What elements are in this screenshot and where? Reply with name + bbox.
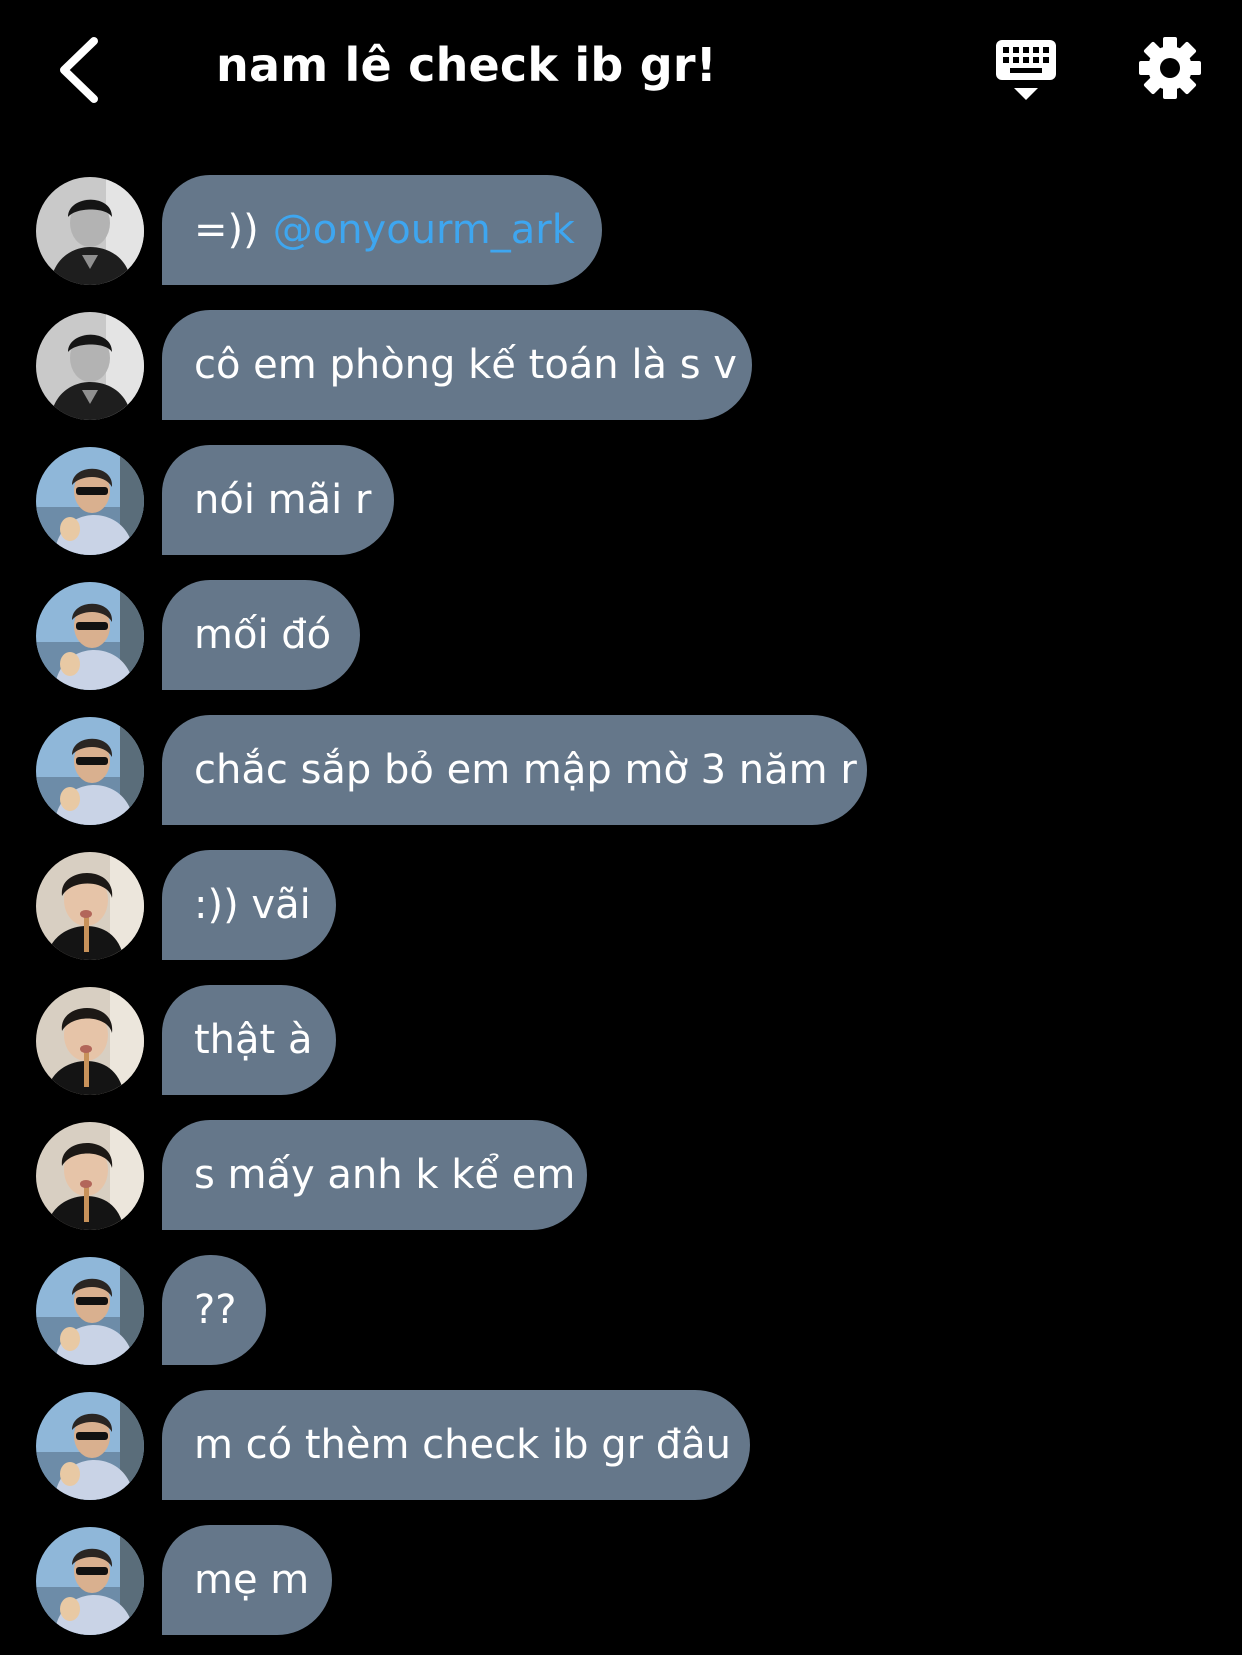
message-row: mẹ m: [0, 1525, 1242, 1635]
message-bubble[interactable]: ??: [162, 1255, 266, 1365]
avatar-straw-person[interactable]: [36, 1122, 144, 1230]
message-bubble[interactable]: m có thèm check ib gr đâu: [162, 1390, 750, 1500]
avatar-sunglasses-person[interactable]: [36, 1257, 144, 1365]
message-text: thật à: [194, 1017, 313, 1063]
chat-header: nam lê check ib gr!: [0, 0, 1242, 140]
message-text: nói mãi r: [194, 477, 372, 523]
settings-button[interactable]: [1136, 34, 1204, 102]
message-bubble[interactable]: thật à: [162, 985, 336, 1095]
message-text: mẹ m: [194, 1557, 310, 1603]
message-row: nói mãi r: [0, 445, 1242, 555]
message-row: m có thèm check ib gr đâu: [0, 1390, 1242, 1500]
avatar-monochrome-person[interactable]: [36, 312, 144, 420]
message-text: m có thèm check ib gr đâu: [194, 1422, 732, 1468]
avatar-sunglasses-person[interactable]: [36, 1392, 144, 1500]
user-mention-link[interactable]: @onyourm_ark: [273, 207, 575, 253]
message-text: cô em phòng kế toán là s v: [194, 342, 737, 388]
message-bubble[interactable]: chắc sắp bỏ em mập mờ 3 năm r: [162, 715, 867, 825]
keyboard-icon: [996, 40, 1056, 100]
message-bubble[interactable]: mối đó: [162, 580, 360, 690]
message-row: chắc sắp bỏ em mập mờ 3 năm r: [0, 715, 1242, 825]
avatar-straw-person[interactable]: [36, 987, 144, 1095]
message-text: mối đó: [194, 612, 332, 658]
message-bubble[interactable]: s mấy anh k kể em: [162, 1120, 587, 1230]
chevron-left-icon: [60, 37, 98, 103]
message-text: s mấy anh k kể em: [194, 1152, 576, 1198]
message-text: =)): [194, 207, 259, 253]
avatar-sunglasses-person[interactable]: [36, 1527, 144, 1635]
message-bubble[interactable]: :)) vãi: [162, 850, 336, 960]
message-row: cô em phòng kế toán là s v: [0, 310, 1242, 420]
keyboard-button[interactable]: [990, 36, 1062, 106]
message-bubble[interactable]: nói mãi r: [162, 445, 394, 555]
chat-title: nam lê check ib gr!: [216, 38, 717, 92]
message-row: ??: [0, 1255, 1242, 1365]
message-text: chắc sắp bỏ em mập mờ 3 năm r: [194, 747, 857, 793]
message-row: =)) @onyourm_ark: [0, 175, 1242, 285]
message-bubble[interactable]: =)) @onyourm_ark: [162, 175, 602, 285]
avatar-sunglasses-person[interactable]: [36, 582, 144, 690]
avatar-sunglasses-person[interactable]: [36, 447, 144, 555]
avatar-straw-person[interactable]: [36, 852, 144, 960]
gear-icon: [1139, 37, 1201, 99]
message-bubble[interactable]: mẹ m: [162, 1525, 332, 1635]
avatar-sunglasses-person[interactable]: [36, 717, 144, 825]
message-row: mối đó: [0, 580, 1242, 690]
avatar-monochrome-person[interactable]: [36, 177, 144, 285]
message-bubble[interactable]: cô em phòng kế toán là s v: [162, 310, 752, 420]
message-text: :)) vãi: [194, 882, 311, 928]
message-row: :)) vãi: [0, 850, 1242, 960]
message-row: thật à: [0, 985, 1242, 1095]
message-row: s mấy anh k kể em: [0, 1120, 1242, 1230]
message-text: ??: [194, 1287, 237, 1333]
back-button[interactable]: [38, 30, 118, 110]
